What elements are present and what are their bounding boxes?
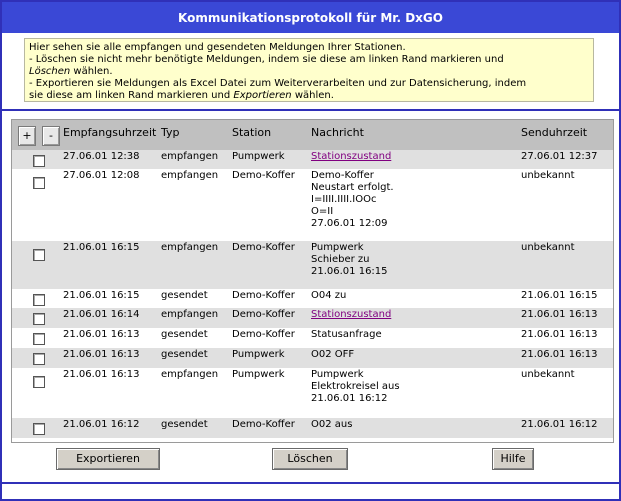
row-checkbox[interactable] <box>33 313 45 325</box>
status-link[interactable]: Stationszustand <box>311 151 391 163</box>
delete-button[interactable]: Löschen <box>272 448 348 470</box>
table-row: 21.06.01 16:13 gesendet Pumpwerk O02 OFF 21.… <box>12 348 613 368</box>
header-typ: Typ <box>161 126 180 139</box>
cell-typ: empfangen <box>161 242 219 253</box>
cell-station: Demo-Koffer <box>232 290 295 301</box>
row-checkbox[interactable] <box>33 155 45 167</box>
cell-empfangsuhrzeit: 21.06.01 16:13 <box>63 329 140 340</box>
cell-station: Demo-Koffer <box>232 329 295 340</box>
window-frame: Kommunikationsprotokoll für Mr. DxGO Hie… <box>0 0 621 501</box>
cell-station: Demo-Koffer <box>232 242 295 253</box>
info-line-3: Löschen wählen. <box>29 66 589 78</box>
info-line-5: sie diese am linken Rand markieren und E… <box>29 90 589 102</box>
table-row: 21.06.01 16:14 empfangen Demo-Koffer Statio… <box>12 308 613 328</box>
divider-top <box>2 109 619 111</box>
cell-senduhrzeit: unbekannt <box>521 369 575 380</box>
cell-nachricht: O02 OFF <box>311 349 355 360</box>
cell-typ: gesendet <box>161 349 208 360</box>
cell-nachricht: O02 aus <box>311 419 353 430</box>
info-line-1: Hier sehen sie alle empfangen und gesend… <box>29 42 406 53</box>
header-empfangsuhrzeit: Empfangsuhrzeit <box>63 126 157 139</box>
table-row: 21.06.01 16:12 gesendet Demo-Koffer O02 aus… <box>12 418 613 438</box>
cell-empfangsuhrzeit: 27.06.01 12:38 <box>63 151 140 162</box>
cell-typ: empfangen <box>161 369 219 380</box>
cell-empfangsuhrzeit: 21.06.01 16:14 <box>63 309 140 320</box>
row-checkbox[interactable] <box>33 353 45 365</box>
cell-station: Demo-Koffer <box>232 170 295 181</box>
info-line-2: - Löschen sie nicht mehr benötigte Meldu… <box>29 54 504 65</box>
row-checkbox[interactable] <box>33 423 45 435</box>
cell-empfangsuhrzeit: 21.06.01 16:13 <box>63 369 140 380</box>
cell-typ: gesendet <box>161 329 208 340</box>
info-box: Hier sehen sie alle empfangen und gesend… <box>24 38 594 102</box>
message-table: + - Empfangsuhrzeit Typ Station Nachrich… <box>11 119 614 443</box>
cell-empfangsuhrzeit: 21.06.01 16:15 <box>63 290 140 301</box>
divider-bottom <box>2 482 619 484</box>
cell-senduhrzeit: unbekannt <box>521 242 575 253</box>
cell-typ: empfangen <box>161 151 219 162</box>
info-export-word: Exportieren <box>233 90 292 101</box>
cell-senduhrzeit: 21.06.01 16:13 <box>521 329 598 340</box>
info-line-3-rest: wählen. <box>70 66 113 77</box>
cell-empfangsuhrzeit: 21.06.01 16:12 <box>63 419 140 430</box>
cell-typ: gesendet <box>161 419 208 430</box>
row-checkbox[interactable] <box>33 177 45 189</box>
export-button[interactable]: Exportieren <box>56 448 160 470</box>
deselect-all-button[interactable]: - <box>42 126 60 146</box>
cell-station: Pumpwerk <box>232 369 285 380</box>
cell-typ: empfangen <box>161 309 219 320</box>
row-checkbox[interactable] <box>33 376 45 388</box>
select-all-button[interactable]: + <box>18 126 36 146</box>
cell-empfangsuhrzeit: 27.06.01 12:08 <box>63 170 140 181</box>
header-senduhrzeit: Senduhrzeit <box>521 126 588 139</box>
cell-station: Pumpwerk <box>232 349 285 360</box>
table-row: 21.06.01 16:13 gesendet Demo-Koffer Statusa… <box>12 328 613 348</box>
row-checkbox[interactable] <box>33 333 45 345</box>
row-checkbox[interactable] <box>33 294 45 306</box>
status-link[interactable]: Stationszustand <box>311 309 391 321</box>
cell-senduhrzeit: unbekannt <box>521 170 575 181</box>
cell-senduhrzeit: 21.06.01 16:13 <box>521 349 598 360</box>
info-line-5-rest: wählen. <box>291 90 334 101</box>
cell-senduhrzeit: 27.06.01 12:37 <box>521 151 598 162</box>
cell-station: Pumpwerk <box>232 151 285 162</box>
header-nachricht: Nachricht <box>311 126 364 139</box>
table-row: 21.06.01 16:15 empfangen Demo-Koffer Pumpwe… <box>12 241 613 289</box>
info-line-5-pre: sie diese am linken Rand markieren und <box>29 90 234 101</box>
cell-typ: gesendet <box>161 290 208 301</box>
table-row: 27.06.01 12:38 empfangen Pumpwerk Stationsz… <box>12 150 613 169</box>
row-checkbox[interactable] <box>33 249 45 261</box>
cell-station: Demo-Koffer <box>232 419 295 430</box>
header-station: Station <box>232 126 272 139</box>
cell-nachricht: Demo-Koffer Neustart erfolgt. I=IIII.III… <box>311 170 394 229</box>
cell-station: Demo-Koffer <box>232 309 295 320</box>
cell-nachricht: Pumpwerk Schieber zu 21.06.01 16:15 <box>311 242 388 277</box>
cell-empfangsuhrzeit: 21.06.01 16:13 <box>63 349 140 360</box>
page-title: Kommunikationsprotokoll für Mr. DxGO <box>2 2 619 33</box>
cell-nachricht: Statusanfrage <box>311 329 382 340</box>
cell-empfangsuhrzeit: 21.06.01 16:15 <box>63 242 140 253</box>
help-button[interactable]: Hilfe <box>492 448 534 470</box>
cell-nachricht: O04 zu <box>311 290 347 301</box>
cell-typ: empfangen <box>161 170 219 181</box>
info-delete-word: Löschen <box>29 66 71 77</box>
cell-nachricht: Pumpwerk Elektrokreisel aus 21.06.01 16:… <box>311 369 400 404</box>
table-row: 27.06.01 12:08 empfangen Demo-Koffer Demo-K… <box>12 169 613 241</box>
table-row: 21.06.01 16:13 empfangen Pumpwerk Pumpwerk … <box>12 368 613 418</box>
table-header: + - Empfangsuhrzeit Typ Station Nachrich… <box>12 120 613 150</box>
cell-senduhrzeit: 21.06.01 16:12 <box>521 419 598 430</box>
table-row: 21.06.01 16:15 gesendet Demo-Koffer O04 zu 2… <box>12 289 613 308</box>
cell-senduhrzeit: 21.06.01 16:15 <box>521 290 598 301</box>
cell-senduhrzeit: 21.06.01 16:13 <box>521 309 598 320</box>
info-line-4: - Exportieren sie Meldungen als Excel Da… <box>29 78 527 89</box>
